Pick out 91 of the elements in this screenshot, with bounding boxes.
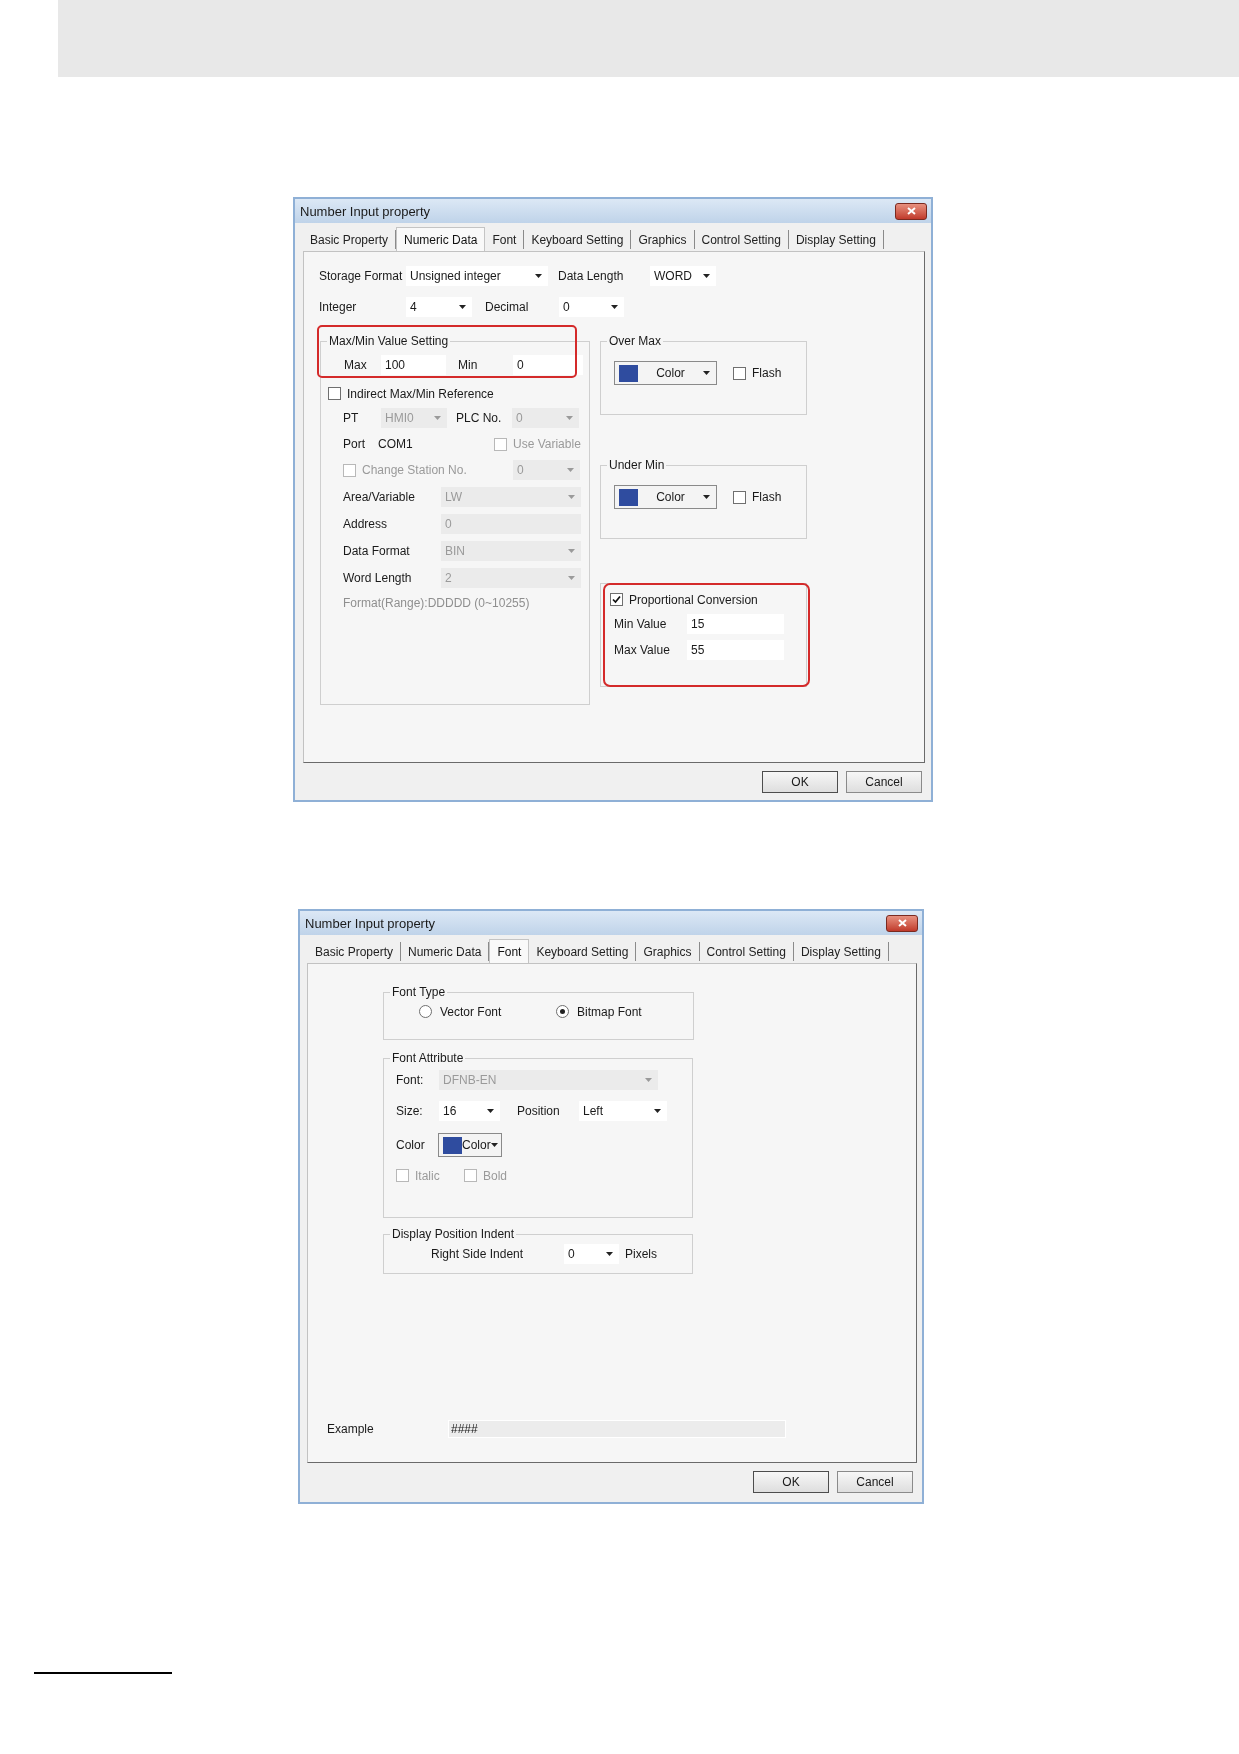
group-title: Max/Min Value Setting — [328, 335, 450, 347]
caret-down-icon — [611, 305, 618, 309]
input-field[interactable]: 100 — [381, 355, 446, 375]
checkbox[interactable]: Flash — [733, 490, 782, 504]
field-label: Data Format — [343, 545, 411, 557]
field-label: Address — [343, 518, 389, 530]
field-label: Min Value — [614, 618, 668, 630]
tab[interactable]: Control Setting — [699, 942, 794, 961]
tab[interactable]: Numeric Data — [396, 227, 486, 251]
close-icon — [906, 207, 916, 215]
input-field[interactable]: 0 — [513, 355, 583, 375]
field-label: Right Side Indent — [431, 1248, 525, 1260]
dialog-button[interactable]: OK — [762, 771, 838, 793]
caret-down-icon — [434, 416, 441, 420]
caret-down-icon — [703, 274, 710, 278]
tab[interactable]: Keyboard Setting — [529, 942, 637, 961]
caret-down-icon — [568, 576, 575, 580]
caret-down-icon — [490, 1143, 498, 1147]
tab[interactable]: Font — [485, 230, 525, 249]
field-label: Integer — [319, 301, 358, 313]
dropdown[interactable]: 4 — [406, 297, 472, 317]
tab[interactable]: Display Setting — [788, 230, 884, 249]
field-label: Word Length — [343, 572, 413, 584]
field-label: Max Value — [614, 644, 671, 656]
dropdown[interactable]: 0 — [564, 1244, 619, 1264]
tab[interactable]: Graphics — [636, 942, 700, 961]
dialog-button[interactable]: OK — [753, 1471, 829, 1493]
caret-down-icon — [567, 468, 574, 472]
tab[interactable]: Keyboard Setting — [524, 230, 632, 249]
group-title: Over Max — [608, 335, 662, 347]
caret-down-icon — [459, 305, 466, 309]
close-button[interactable] — [895, 202, 927, 220]
window-title: Number Input property — [305, 916, 436, 930]
field-label: Data Length — [558, 270, 625, 282]
field-label: PT — [343, 412, 360, 424]
color-button[interactable]: Color — [614, 485, 717, 509]
dialog-button[interactable]: Cancel — [846, 771, 922, 793]
dropdown[interactable]: WORD — [650, 266, 716, 286]
caret-down-icon — [703, 371, 710, 375]
dropdown[interactable]: 16 — [439, 1101, 500, 1121]
color-button[interactable]: Color — [438, 1133, 502, 1157]
caret-down-icon — [535, 274, 542, 278]
field-label: Decimal — [485, 301, 530, 313]
field-label: Font: — [396, 1074, 425, 1086]
color-button[interactable]: Color — [614, 361, 717, 385]
checkbox[interactable]: Flash — [733, 366, 782, 380]
tab[interactable]: Font — [489, 939, 530, 963]
caret-down-icon — [568, 495, 575, 499]
caret-down-icon — [566, 416, 573, 420]
caret-down-icon — [703, 495, 710, 499]
field-label: Color — [396, 1139, 426, 1151]
radio-button[interactable]: Bitmap Font — [556, 1005, 693, 1018]
checkbox[interactable]: Indirect Max/Min Reference — [328, 387, 589, 400]
tab[interactable]: Basic Property — [308, 942, 402, 961]
window-title: Number Input property — [300, 204, 431, 218]
caret-down-icon — [487, 1109, 494, 1113]
close-button[interactable] — [886, 914, 918, 932]
tab[interactable]: Graphics — [631, 230, 695, 249]
field-label: PLC No. — [456, 412, 503, 424]
group-title: Font Attribute — [391, 1052, 465, 1064]
tab[interactable]: Display Setting — [793, 942, 889, 961]
dropdown[interactable]: Left — [579, 1101, 667, 1121]
field-label: Area/Variable — [343, 491, 416, 503]
check-icon — [612, 595, 621, 604]
close-icon — [897, 919, 907, 927]
radio-button[interactable]: Vector Font — [419, 1005, 556, 1018]
input-field[interactable]: 55 — [687, 640, 784, 660]
dropdown[interactable]: Unsigned integer — [406, 266, 548, 286]
caret-down-icon — [654, 1109, 661, 1113]
input-field[interactable]: 15 — [687, 614, 784, 634]
caret-down-icon — [568, 549, 575, 553]
dialog-button[interactable]: Cancel — [837, 1471, 913, 1493]
dropdown[interactable]: 0 — [559, 297, 624, 317]
port-value: COM1 — [378, 438, 414, 450]
caret-down-icon — [645, 1078, 652, 1082]
field-label: Storage Format — [319, 270, 404, 282]
field-label: Position — [517, 1105, 561, 1117]
group-title: Under Min — [608, 459, 666, 471]
field-label: Port — [343, 438, 366, 450]
checkbox[interactable]: Proportional Conversion — [610, 593, 806, 606]
field-label: Size: — [396, 1105, 424, 1117]
group-title: Font Type — [391, 986, 447, 998]
example-preview: #### — [448, 1420, 786, 1438]
field-label: Example — [327, 1423, 375, 1435]
unit-label: Pixels — [625, 1248, 657, 1260]
tab[interactable]: Control Setting — [694, 230, 789, 249]
caret-down-icon — [606, 1252, 613, 1256]
group-title: Display Position Indent — [391, 1228, 516, 1240]
field-label: Max — [344, 359, 368, 371]
field-label: Min — [458, 359, 479, 371]
format-range-text: Format(Range):DDDDD (0~10255) — [343, 597, 531, 609]
